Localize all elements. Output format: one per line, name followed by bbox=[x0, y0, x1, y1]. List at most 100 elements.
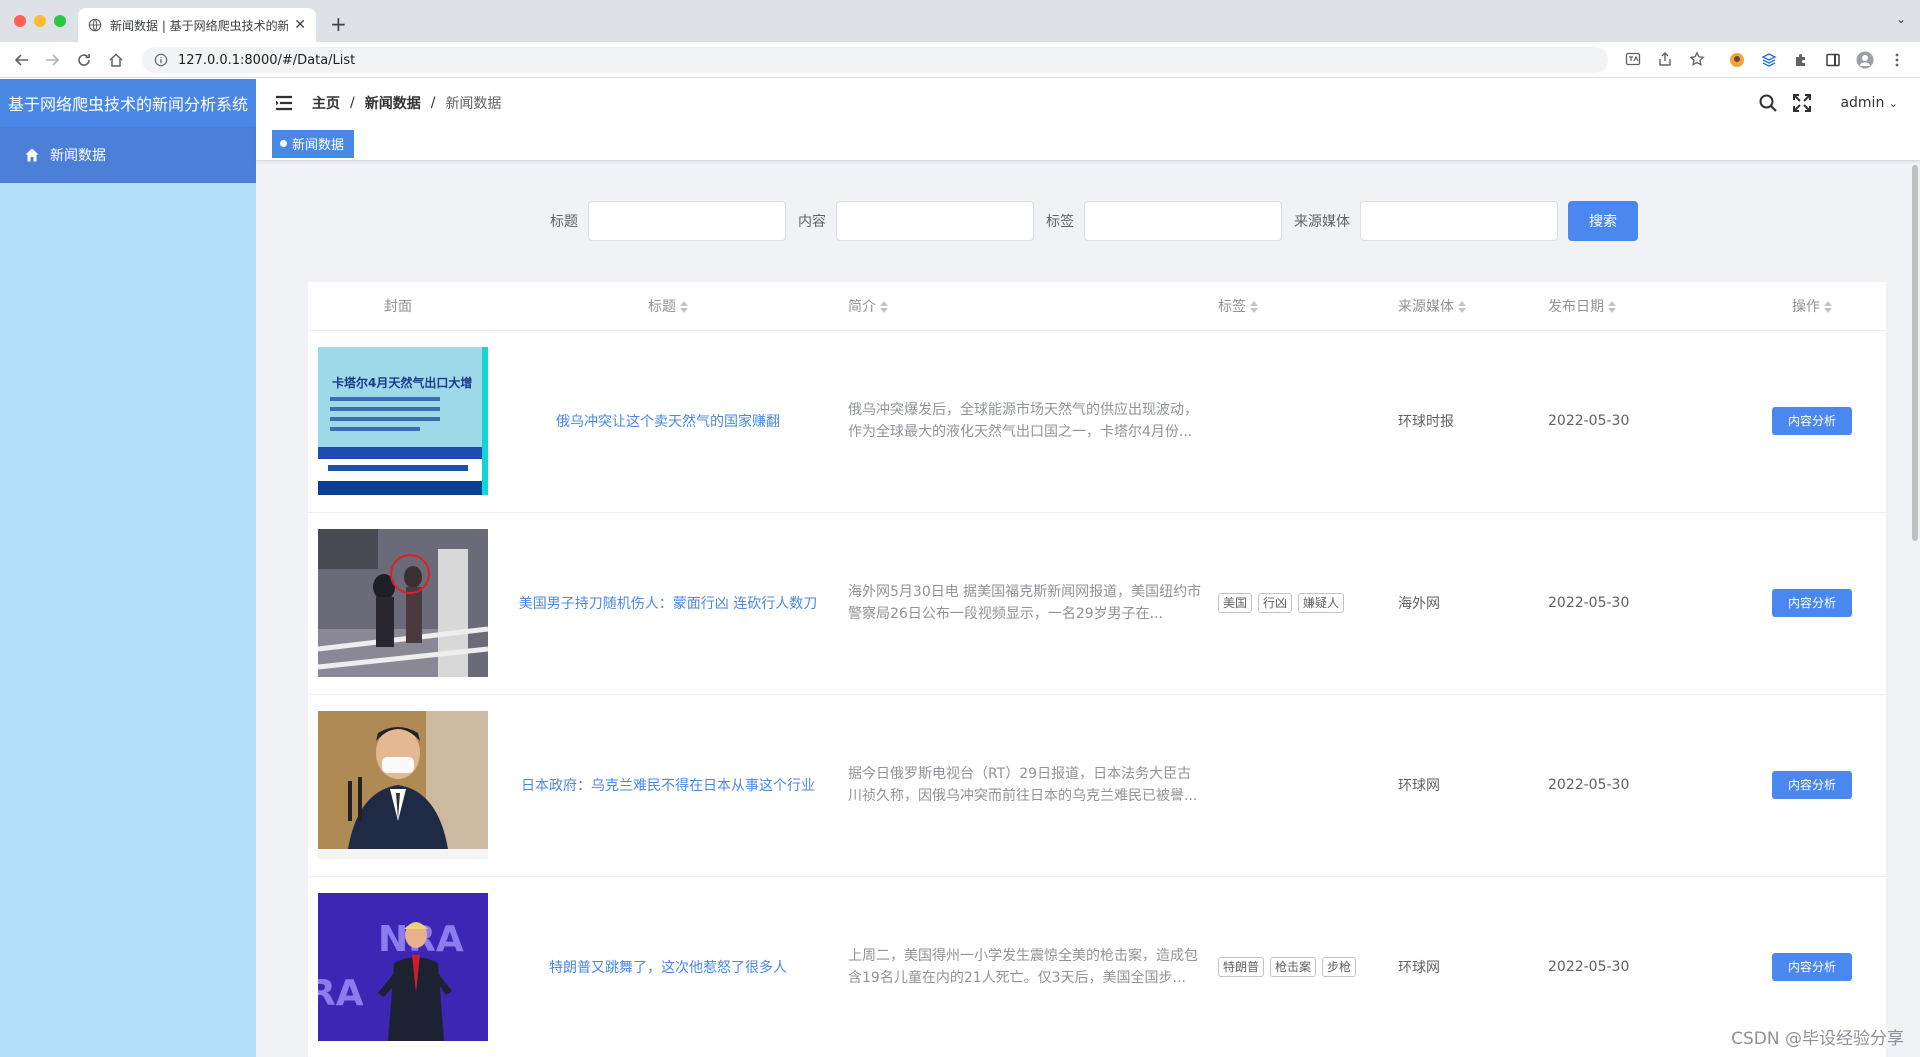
user-menu[interactable]: admin ⌄ bbox=[1840, 95, 1898, 111]
close-window-button[interactable] bbox=[14, 15, 26, 27]
scrollbar[interactable] bbox=[1912, 165, 1918, 541]
news-tag[interactable]: 行凶 bbox=[1258, 593, 1293, 613]
sort-icon[interactable] bbox=[680, 300, 688, 313]
sort-icon[interactable] bbox=[1250, 300, 1258, 313]
news-tags bbox=[1218, 694, 1398, 877]
share-icon[interactable] bbox=[1657, 51, 1673, 67]
sort-icon[interactable] bbox=[1458, 300, 1466, 313]
tab-search-icon[interactable]: ⌄ bbox=[1896, 12, 1906, 26]
news-source: 环球网 bbox=[1398, 694, 1548, 877]
site-info-icon[interactable] bbox=[154, 53, 168, 67]
cover-image[interactable] bbox=[318, 529, 488, 677]
tags-view-item-news-data[interactable]: 新闻数据 bbox=[272, 129, 355, 158]
news-tag[interactable]: 美国 bbox=[1218, 593, 1253, 613]
address-bar[interactable]: 127.0.0.1:8000/#/Data/List bbox=[142, 47, 1608, 73]
column-header-source[interactable]: 来源媒体 bbox=[1398, 282, 1548, 331]
title-label: 标题 bbox=[550, 214, 578, 230]
news-title-link[interactable]: 美国男子持刀随机伤人：蒙面行凶 连砍行人数刀 bbox=[488, 593, 848, 613]
title-input[interactable] bbox=[588, 201, 786, 241]
forward-icon[interactable] bbox=[42, 50, 62, 70]
extension-layers-icon[interactable] bbox=[1760, 51, 1778, 69]
close-tab-icon[interactable]: ✕ bbox=[294, 17, 306, 33]
news-title-link[interactable]: 特朗普又跳舞了，这次他惹怒了很多人 bbox=[488, 957, 848, 977]
top-navbar: 主页 / 新闻数据 / 新闻数据 admin ⌄ bbox=[256, 79, 1920, 127]
fullscreen-icon[interactable] bbox=[1792, 93, 1812, 113]
app-root: 基于网络爬虫技术的新闻分析系统 新闻数据 主页 / 新闻数据 / 新闻数据 ad… bbox=[0, 79, 1920, 1057]
profile-icon[interactable] bbox=[1856, 51, 1874, 69]
breadcrumb-news-data[interactable]: 新闻数据 bbox=[365, 93, 421, 113]
side-panel-icon[interactable] bbox=[1824, 51, 1842, 69]
column-header-summary[interactable]: 简介 bbox=[848, 282, 1218, 331]
news-date: 2022-05-30 bbox=[1548, 694, 1738, 877]
news-source: 海外网 bbox=[1398, 512, 1548, 695]
tag-input[interactable] bbox=[1084, 201, 1282, 241]
header-label: 封面 bbox=[384, 298, 412, 315]
news-tag[interactable]: 嫌疑人 bbox=[1298, 593, 1345, 613]
news-title-link[interactable]: 日本政府：乌克兰难民不得在日本从事这个行业 bbox=[488, 775, 848, 795]
header-label: 标题 bbox=[648, 298, 676, 315]
news-tags: 特朗普 枪击案 步枪 bbox=[1218, 876, 1398, 1057]
hamburger-icon[interactable] bbox=[274, 93, 294, 113]
home-page-icon[interactable] bbox=[106, 50, 126, 70]
news-source: 环球时报 bbox=[1398, 330, 1548, 513]
cover-image[interactable]: 卡塔尔4月天然气出口大增 bbox=[318, 347, 488, 495]
news-tag[interactable]: 特朗普 bbox=[1218, 957, 1265, 977]
navbar-right: admin ⌄ bbox=[1758, 79, 1920, 127]
table-row: NRA RA 特朗普又跳舞了，这次他惹怒了很多人 上周二，美 bbox=[308, 876, 1886, 1057]
news-table: 封面 标题 简介 标签 来源媒体 发布日期 操作 卡塔尔4月天然气出口大增 俄乌… bbox=[308, 282, 1886, 1057]
breadcrumb-home[interactable]: 主页 bbox=[312, 93, 340, 113]
active-dot-icon bbox=[280, 140, 287, 147]
news-date: 2022-05-30 bbox=[1548, 330, 1738, 513]
content-analysis-button[interactable]: 内容分析 bbox=[1771, 407, 1852, 435]
sort-icon[interactable] bbox=[1608, 300, 1616, 313]
header-label: 操作 bbox=[1792, 298, 1820, 315]
content-analysis-button[interactable]: 内容分析 bbox=[1771, 771, 1852, 799]
browser-menu-icon[interactable] bbox=[1888, 51, 1906, 69]
news-tag[interactable]: 步枪 bbox=[1322, 957, 1357, 977]
breadcrumb-separator: / bbox=[430, 95, 436, 111]
maximize-window-button[interactable] bbox=[54, 15, 66, 27]
browser-tab[interactable]: 新闻数据 | 基于网络爬虫技术的新闻分析系统 ✕ bbox=[78, 8, 316, 42]
browser-toolbar: 127.0.0.1:8000/#/Data/List bbox=[0, 42, 1920, 78]
column-header-date[interactable]: 发布日期 bbox=[1548, 282, 1738, 331]
content-label: 内容 bbox=[798, 214, 826, 230]
column-header-tags[interactable]: 标签 bbox=[1218, 282, 1398, 331]
extension-avatar-icon[interactable] bbox=[1728, 51, 1746, 69]
search-icon[interactable] bbox=[1758, 93, 1778, 113]
browser-tab-bar: 新闻数据 | 基于网络爬虫技术的新闻分析系统 ✕ + ⌄ bbox=[0, 0, 1920, 42]
content-analysis-button[interactable]: 内容分析 bbox=[1771, 589, 1852, 617]
header-label: 发布日期 bbox=[1548, 298, 1604, 315]
sort-icon[interactable] bbox=[880, 300, 888, 313]
table-header-row: 封面 标题 简介 标签 来源媒体 发布日期 操作 bbox=[308, 282, 1886, 331]
source-input[interactable] bbox=[1360, 201, 1558, 241]
content-analysis-button[interactable]: 内容分析 bbox=[1771, 953, 1852, 981]
extensions-puzzle-icon[interactable] bbox=[1792, 51, 1810, 69]
sort-icon[interactable] bbox=[1824, 300, 1832, 313]
main-content: 主页 / 新闻数据 / 新闻数据 admin ⌄ 新闻数据 标题 内容 标签 来… bbox=[256, 79, 1920, 1057]
globe-icon bbox=[88, 18, 102, 32]
news-title-link[interactable]: 俄乌冲突让这个卖天然气的国家赚翻 bbox=[488, 411, 848, 431]
bookmark-star-icon[interactable] bbox=[1689, 51, 1705, 67]
content-input[interactable] bbox=[836, 201, 1034, 241]
news-summary: 海外网5月30日电 据美国福克斯新闻网报道，美国纽约市警察局26日公布一段视频显… bbox=[848, 584, 1202, 622]
column-header-title[interactable]: 标题 bbox=[488, 282, 848, 331]
back-icon[interactable] bbox=[12, 50, 32, 70]
translate-icon[interactable] bbox=[1625, 51, 1641, 67]
sidebar-item-label: 新闻数据 bbox=[50, 148, 106, 164]
news-source: 环球网 bbox=[1398, 876, 1548, 1057]
breadcrumb-separator: / bbox=[350, 95, 355, 111]
minimize-window-button[interactable] bbox=[34, 15, 46, 27]
cover-image[interactable] bbox=[318, 711, 488, 859]
column-header-action[interactable]: 操作 bbox=[1738, 282, 1886, 331]
table-row: 美国男子持刀随机伤人：蒙面行凶 连砍行人数刀 海外网5月30日电 据美国福克斯新… bbox=[308, 512, 1886, 695]
search-form: 标题 内容 标签 来源媒体 搜索 bbox=[256, 201, 1920, 241]
cover-image[interactable]: NRA RA bbox=[318, 893, 488, 1041]
search-button[interactable]: 搜索 bbox=[1568, 201, 1638, 241]
chevron-down-icon: ⌄ bbox=[1888, 97, 1898, 110]
home-icon bbox=[25, 148, 39, 162]
news-tag[interactable]: 枪击案 bbox=[1270, 957, 1317, 977]
news-summary: 俄乌冲突爆发后，全球能源市场天然气的供应出现波动，作为全球最大的液化天然气出口国… bbox=[848, 402, 1198, 440]
sidebar-item-news-data[interactable]: 新闻数据 bbox=[0, 127, 256, 183]
reload-icon[interactable] bbox=[74, 50, 94, 70]
new-tab-button[interactable]: + bbox=[330, 12, 347, 36]
